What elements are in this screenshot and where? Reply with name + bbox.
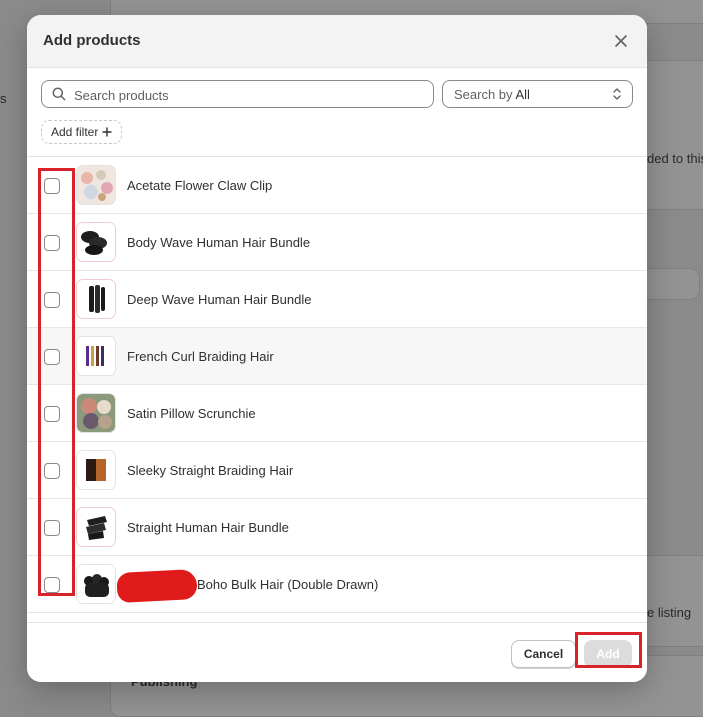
product-thumbnail — [76, 507, 116, 547]
search-by-select[interactable]: Search by All — [442, 80, 633, 108]
modal-title: Add products — [43, 32, 141, 49]
product-row[interactable]: Satin Pillow Scrunchie — [27, 385, 647, 442]
product-thumbnail — [76, 336, 116, 376]
product-name: Straight Human Hair Bundle — [127, 520, 289, 535]
search-products-field[interactable] — [41, 80, 434, 108]
background-text: ded to this — [647, 151, 703, 166]
product-name: Boho Bulk Hair (Double Drawn) — [197, 577, 379, 592]
product-row[interactable]: Straight Human Hair Bundle — [27, 499, 647, 556]
product-row[interactable]: Sleeky Straight Braiding Hair — [27, 442, 647, 499]
product-row[interactable]: Acetate Flower Claw Clip — [27, 157, 647, 214]
product-name: Body Wave Human Hair Bundle — [127, 235, 311, 250]
plus-icon — [102, 127, 113, 137]
product-thumbnail — [76, 393, 116, 433]
claw-clip-icon — [77, 166, 115, 204]
hair-bundle-icon — [77, 565, 115, 603]
product-thumbnail — [76, 450, 116, 490]
search-icon — [52, 87, 66, 101]
product-row[interactable]: Deep Wave Human Hair Bundle — [27, 271, 647, 328]
hair-bundle-icon — [77, 223, 115, 261]
add-filter-button[interactable]: Add filter — [41, 120, 123, 144]
product-thumbnail — [76, 222, 116, 262]
add-button-highlight — [575, 632, 642, 668]
product-name: French Curl Braiding Hair — [127, 349, 274, 364]
braiding-hair-icon — [77, 337, 115, 375]
search-by-value: All — [515, 87, 530, 102]
hair-bundle-icon — [77, 508, 115, 546]
search-by-label: Search by — [454, 87, 513, 102]
product-thumbnail — [76, 165, 116, 205]
search-by-text: Search by All — [454, 87, 530, 102]
product-name: Acetate Flower Claw Clip — [127, 178, 273, 193]
product-thumbnail — [76, 279, 116, 319]
search-input[interactable] — [72, 84, 426, 106]
braiding-hair-icon — [77, 451, 115, 489]
close-icon — [615, 35, 627, 47]
product-list: Acetate Flower Claw Clip Body Wave Human… — [27, 156, 647, 623]
redaction-mark — [116, 568, 198, 604]
close-button[interactable] — [609, 29, 633, 53]
background-text: s — [0, 91, 7, 106]
add-filter-label: Add filter — [51, 125, 99, 139]
product-name: Sleeky Straight Braiding Hair — [127, 463, 294, 478]
product-thumbnail — [76, 564, 116, 604]
product-row[interactable]: Body Wave Human Hair Bundle — [27, 214, 647, 271]
hair-bundle-icon — [77, 280, 115, 318]
checkbox-column-highlight — [38, 168, 75, 596]
modal-footer: Cancel Add — [27, 622, 647, 682]
product-row[interactable]: Boho Bulk Hair (Double Drawn) — [27, 556, 647, 613]
product-row[interactable]: French Curl Braiding Hair — [27, 328, 647, 385]
select-chevron-icon — [613, 88, 621, 100]
product-name: Satin Pillow Scrunchie — [127, 406, 256, 421]
add-products-modal: Add products Search by All Add filter — [27, 15, 647, 682]
scrunchie-icon — [77, 394, 115, 432]
cancel-button[interactable]: Cancel — [511, 640, 576, 668]
modal-header: Add products — [27, 15, 647, 68]
background-text: e listing — [647, 605, 692, 620]
product-name: Deep Wave Human Hair Bundle — [127, 292, 312, 307]
background-card — [640, 555, 703, 647]
